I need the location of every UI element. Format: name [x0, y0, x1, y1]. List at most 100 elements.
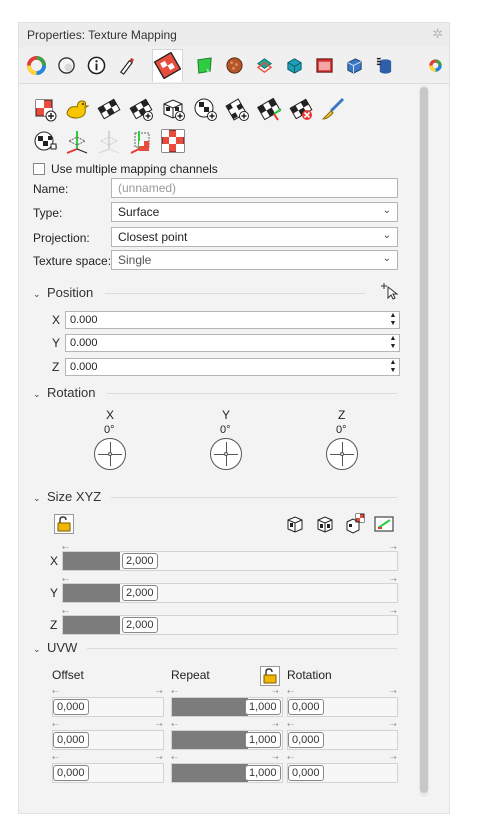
- properties-tab-bar: [19, 47, 449, 84]
- green-decal-icon[interactable]: [195, 56, 214, 75]
- blue-box-icon[interactable]: [345, 56, 364, 75]
- spinner-arrows-icon[interactable]: ▲ ▼: [388, 312, 398, 328]
- lock-open-icon[interactable]: [54, 514, 74, 534]
- position-y-label: Y: [52, 336, 61, 350]
- paint-tube-icon[interactable]: [117, 56, 136, 75]
- rotation-y-dial[interactable]: [210, 438, 242, 470]
- uvw-offset-value[interactable]: 0,000: [53, 699, 89, 715]
- red-window-icon[interactable]: [315, 56, 334, 75]
- uvw-rotation-value[interactable]: 0,000: [288, 699, 324, 715]
- type-label: Type:: [33, 206, 63, 220]
- size-x-slider[interactable]: 2,000: [62, 551, 398, 571]
- sphere-mapping-icon[interactable]: [31, 127, 59, 155]
- size-y-value[interactable]: 2,000: [122, 585, 158, 601]
- uvw-repeat-slider[interactable]: 1,000: [171, 730, 283, 750]
- duck-mapping-icon[interactable]: [63, 95, 91, 123]
- uvw-repeat-label: Repeat: [171, 668, 210, 682]
- uvw-rotation-value[interactable]: 0,000: [288, 732, 324, 748]
- color-wheel-icon[interactable]: [429, 59, 442, 72]
- spherical-mapping-icon[interactable]: [191, 95, 219, 123]
- red-checker-icon[interactable]: [159, 127, 187, 155]
- bump-texture-icon[interactable]: [225, 56, 244, 75]
- uvw-repeat-value[interactable]: 1,000: [245, 765, 281, 781]
- rotation-x-value: 0°: [104, 424, 115, 436]
- uvw-rotation-slider[interactable]: 0,000: [287, 763, 398, 783]
- use-multiple-channels-checkbox[interactable]: [33, 163, 45, 175]
- remove-mapping-icon[interactable]: [287, 95, 315, 123]
- arrow-left-icon: ⇠: [52, 720, 59, 729]
- position-x-value: 0.000: [70, 314, 98, 326]
- gear-icon[interactable]: ✲: [432, 26, 443, 42]
- widget-hide-icon[interactable]: [95, 127, 123, 155]
- uvw-repeat-slider[interactable]: 1,000: [171, 697, 283, 717]
- size-section-header[interactable]: ⌄ Size XYZ: [33, 489, 101, 504]
- position-section-header[interactable]: ⌄ Position: [33, 285, 93, 300]
- arrow-right-icon: ⇢: [272, 687, 279, 696]
- texture-space-select[interactable]: Single ⌄: [111, 250, 398, 270]
- lock-open-icon[interactable]: [260, 666, 280, 686]
- rotation-y-value: 0°: [220, 424, 231, 436]
- box-mapping-icon[interactable]: [159, 95, 187, 123]
- rotation-title: Rotation: [47, 385, 96, 400]
- texture-mapping-icon[interactable]: [154, 52, 181, 79]
- uvw-rotation-value[interactable]: 0,000: [288, 765, 324, 781]
- size-z-value[interactable]: 2,000: [122, 617, 158, 633]
- cylinder-stack-icon[interactable]: [375, 56, 394, 75]
- chevron-down-icon: ⌄: [33, 389, 41, 399]
- section-divider: [107, 393, 397, 394]
- rotation-z-value: 0°: [336, 424, 347, 436]
- surface-mapping-icon[interactable]: [255, 95, 283, 123]
- material-color-icon[interactable]: [27, 56, 46, 75]
- box-view-2-icon[interactable]: [315, 514, 335, 534]
- uvw-offset-slider[interactable]: 0,000: [52, 730, 164, 750]
- rotation-x-dial[interactable]: [94, 438, 126, 470]
- type-select[interactable]: Surface ⌄: [111, 202, 398, 222]
- position-z-value: 0.000: [70, 361, 98, 373]
- fit-edit-icon[interactable]: [374, 514, 394, 534]
- position-z-input[interactable]: 0.000 ▲ ▼: [65, 358, 400, 376]
- pick-point-icon[interactable]: [379, 281, 399, 301]
- scrollbar-thumb[interactable]: [420, 87, 428, 793]
- size-x-value[interactable]: 2,000: [122, 553, 158, 569]
- rotation-section-header[interactable]: ⌄ Rotation: [33, 385, 95, 400]
- brush-icon[interactable]: [319, 95, 347, 123]
- widget-edit-icon[interactable]: [127, 127, 155, 155]
- spinner-arrows-icon[interactable]: ▲ ▼: [388, 359, 398, 375]
- projection-select[interactable]: Closest point ⌄: [111, 227, 398, 247]
- spinner-arrows-icon[interactable]: ▲ ▼: [388, 335, 398, 351]
- name-label: Name:: [33, 182, 69, 196]
- position-x-input[interactable]: 0.000 ▲ ▼: [65, 311, 400, 329]
- uvw-repeat-value[interactable]: 1,000: [245, 699, 281, 715]
- teal-puzzle-icon[interactable]: [255, 56, 274, 75]
- planar-mapping-icon[interactable]: [95, 95, 123, 123]
- uvw-offset-value[interactable]: 0,000: [53, 765, 89, 781]
- uvw-rotation-slider[interactable]: 0,000: [287, 697, 398, 717]
- widget-show-icon[interactable]: [63, 127, 91, 155]
- uvw-offset-slider[interactable]: 0,000: [52, 697, 164, 717]
- environment-sphere-icon[interactable]: [57, 56, 76, 75]
- info-icon[interactable]: [87, 56, 106, 75]
- uvw-rotation-slider[interactable]: 0,000: [287, 730, 398, 750]
- uvw-offset-value[interactable]: 0,000: [53, 732, 89, 748]
- cylindrical-mapping-icon[interactable]: [223, 95, 251, 123]
- position-y-input[interactable]: 0.000 ▲ ▼: [65, 334, 400, 352]
- size-z-slider[interactable]: 2,000: [62, 615, 398, 635]
- slider-fill: [172, 764, 248, 782]
- vertical-scrollbar[interactable]: [419, 85, 429, 797]
- size-y-slider[interactable]: 2,000: [62, 583, 398, 603]
- uvw-repeat-value[interactable]: 1,000: [245, 732, 281, 748]
- uniform-scale-icon[interactable]: [344, 512, 366, 534]
- texture-space-value: Single: [118, 253, 152, 267]
- uvw-section-header[interactable]: ⌄ UVW: [33, 640, 77, 655]
- add-custom-mapping-icon[interactable]: [31, 95, 59, 123]
- rotation-z-dial[interactable]: [326, 438, 358, 470]
- uvw-offset-slider[interactable]: 0,000: [52, 763, 164, 783]
- planar-add-icon[interactable]: [127, 95, 155, 123]
- cyan-object-icon[interactable]: [285, 56, 304, 75]
- box-view-1-icon[interactable]: [285, 514, 305, 534]
- position-title: Position: [47, 285, 94, 300]
- arrow-left-icon: ⇠: [287, 720, 294, 729]
- uvw-repeat-slider[interactable]: 1,000: [171, 763, 283, 783]
- position-z-label: Z: [52, 360, 60, 374]
- name-field[interactable]: (unnamed): [111, 178, 398, 198]
